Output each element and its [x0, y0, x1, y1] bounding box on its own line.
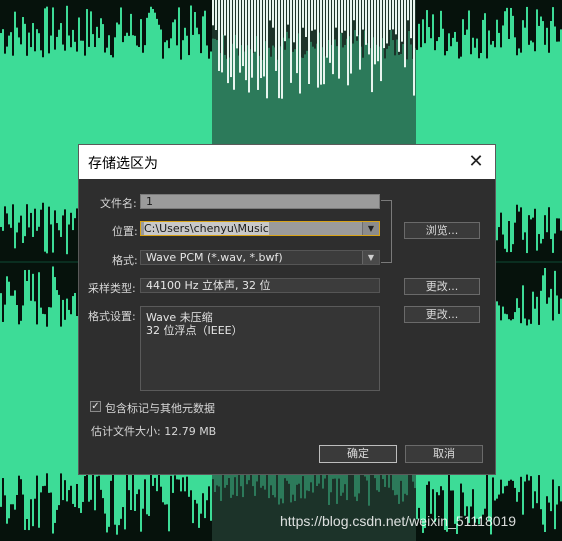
ok-button[interactable]: 确定	[319, 445, 397, 463]
estimated-size-text: 估计文件大小: 12.79 MB	[91, 425, 217, 438]
save-selection-dialog: 存储选区为 ✕ 文件名: 1 位置: C:\Users\chenyu\Music…	[78, 144, 496, 475]
filename-label: 文件名:	[100, 197, 137, 210]
filename-input[interactable]: 1	[140, 194, 380, 209]
include-markers-label[interactable]: 包含标记与其他元数据	[105, 400, 215, 416]
chevron-down-icon[interactable]: ▼	[362, 251, 379, 264]
location-value: C:\Users\chenyu\Music	[144, 222, 269, 235]
dialog-title: 存储选区为	[88, 156, 158, 172]
format-settings-box: Wave 未压缩 32 位浮点（IEEE）	[140, 306, 380, 391]
browse-group-bracket	[381, 200, 392, 263]
format-value: Wave PCM (*.wav, *.bwf)	[146, 251, 283, 264]
location-select[interactable]: C:\Users\chenyu\Music ▼	[140, 221, 380, 236]
format-settings-line: Wave 未压缩	[146, 311, 213, 324]
chevron-down-icon[interactable]: ▼	[362, 222, 379, 235]
dialog-titlebar: 存储选区为 ✕	[79, 145, 495, 179]
format-select[interactable]: Wave PCM (*.wav, *.bwf) ▼	[140, 250, 380, 265]
format-label: 格式:	[112, 254, 138, 267]
location-label: 位置:	[112, 225, 138, 238]
sample-type-value: 44100 Hz 立体声, 32 位	[140, 278, 380, 293]
change-sample-type-button[interactable]: 更改...	[404, 278, 480, 295]
sample-type-label: 采样类型:	[88, 282, 136, 295]
close-icon[interactable]: ✕	[463, 149, 489, 175]
format-settings-line: 32 位浮点（IEEE）	[146, 324, 243, 337]
watermark-text: https://blog.csdn.net/weixin_51118019	[280, 513, 517, 529]
change-format-settings-button[interactable]: 更改...	[404, 306, 480, 323]
format-settings-label: 格式设置:	[88, 310, 136, 323]
include-markers-checkbox[interactable]: ✓	[90, 401, 101, 412]
cancel-button[interactable]: 取消	[405, 445, 483, 463]
browse-button[interactable]: 浏览...	[404, 222, 480, 239]
